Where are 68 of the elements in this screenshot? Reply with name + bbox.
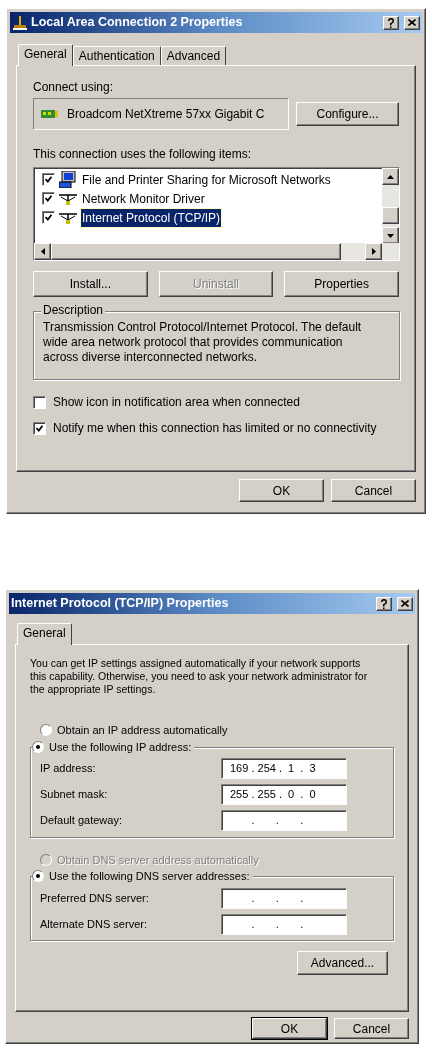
field-label: Subnet mask:: [40, 787, 109, 803]
intro-text: You can get IP settings assigned automatically if your network supports this capability. Otherwise, you need to ask your network administrator for the appropriate IP settings.: [30, 657, 369, 696]
left-arrow-icon: [40, 248, 45, 255]
group-legend: Description: [41, 303, 106, 317]
field-label: Alternate DNS server:: [40, 916, 148, 932]
radio-button[interactable]: [40, 724, 52, 737]
question-mark-icon: [387, 17, 395, 28]
down-arrow-icon: [387, 233, 394, 238]
close-icon: [401, 600, 409, 607]
list-item[interactable]: File and Printer Sharing for Microsoft Networks: [81, 170, 332, 189]
close-button[interactable]: [404, 15, 420, 30]
radio-label: Obtain DNS server address automatically: [57, 852, 259, 868]
description-text: Transmission Control Protocol/Internet Protocol. The default wide area network protocol that provides communication across diverse interconnected networks.: [43, 320, 363, 365]
field-label: IP address:: [40, 761, 97, 777]
dialog-button[interactable]: OK: [239, 479, 324, 502]
up-arrow-icon: [387, 174, 394, 179]
checkbox[interactable]: [33, 395, 46, 409]
checkbox[interactable]: [33, 421, 46, 435]
radio-label: Use the following DNS server addresses:: [49, 869, 250, 884]
network-plug-icon: [59, 211, 77, 224]
radio-button[interactable]: [32, 870, 44, 883]
dialog-button[interactable]: Cancel: [331, 479, 416, 502]
radio-button[interactable]: [32, 740, 44, 753]
field-label: Connect using:: [33, 80, 115, 94]
vertical-scrollbar[interactable]: [382, 168, 399, 244]
dialog-button[interactable]: OK: [252, 1018, 327, 1039]
tab[interactable]: General: [18, 44, 73, 66]
radio-label: Obtain an IP address automatically: [57, 723, 228, 738]
advanced-button[interactable]: Advanced...: [297, 951, 388, 975]
action-button[interactable]: Install...: [33, 271, 148, 297]
checkbox-label: Notify me when this connection has limited or no connectivity: [53, 420, 377, 437]
radio-label: Use the following IP address:: [49, 739, 192, 755]
tab[interactable]: Authentication: [72, 46, 161, 65]
adapter-name: Broadcom NetXtreme 57xx Gigabit C: [67, 106, 265, 123]
checkmark-icon: [45, 176, 52, 183]
ip-address-field[interactable]: 255 . 255 . 0 . 0: [221, 784, 347, 805]
tab[interactable]: Advanced: [160, 46, 227, 65]
right-arrow-icon: [371, 248, 376, 255]
window-title: Internet Protocol (TCP/IP) Properties: [11, 595, 230, 613]
close-icon: [408, 19, 416, 26]
scroll-thumb[interactable]: [382, 206, 399, 224]
window-title: Local Area Connection 2 Properties: [31, 14, 244, 32]
field-label: Preferred DNS server:: [40, 890, 150, 906]
field-label: Default gateway:: [40, 813, 123, 829]
close-button[interactable]: [397, 596, 413, 611]
tab[interactable]: General: [17, 623, 72, 645]
ip-address-field[interactable]: 169 . 254 . 1 . 3: [221, 758, 347, 779]
ip-address-field[interactable]: . . .: [221, 810, 347, 831]
network-icon: [12, 14, 28, 31]
checkmark-icon: [45, 214, 52, 221]
computer-icon: [59, 171, 77, 188]
checkmark-icon: [45, 195, 52, 202]
list-item[interactable]: Network Monitor Driver: [81, 189, 206, 208]
field-label: This connection uses the following items:: [33, 147, 253, 161]
network-card-icon: [41, 108, 58, 120]
checkmark-icon: [36, 424, 43, 432]
horizontal-scrollbar[interactable]: [34, 243, 399, 260]
question-mark-icon: [380, 598, 388, 609]
help-button[interactable]: [376, 596, 392, 611]
action-button[interactable]: Properties: [284, 271, 399, 297]
help-button[interactable]: [383, 15, 399, 30]
checkbox-label: Show icon in notification area when connected: [53, 394, 300, 411]
ip-address-field[interactable]: . . .: [221, 913, 347, 935]
dialog-button[interactable]: Cancel: [334, 1018, 409, 1039]
list-item[interactable]: Internet Protocol (TCP/IP): [81, 208, 222, 227]
configure-button[interactable]: Configure...: [296, 102, 399, 126]
ip-address-field[interactable]: . . .: [221, 887, 347, 909]
network-plug-icon: [59, 192, 77, 205]
